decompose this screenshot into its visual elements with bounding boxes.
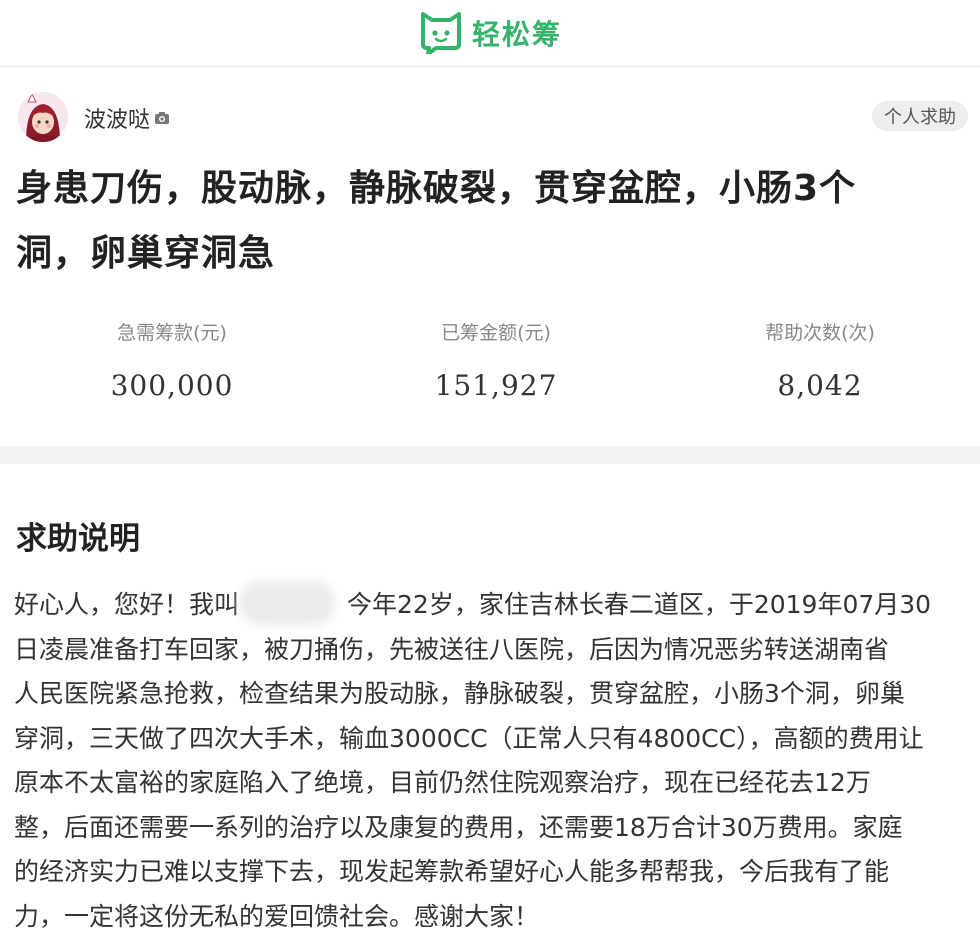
redacted-name bbox=[245, 587, 329, 619]
description-line: 人民医院紧急抢救，检查结果为股动脉，静脉破裂，贯穿盆腔，小肠3个洞，卵巢 bbox=[14, 672, 978, 717]
title-line: 洞，卵巢穿洞急 bbox=[16, 221, 976, 286]
stat-label: 急需筹款(元) bbox=[52, 318, 292, 345]
stat-value: 300,000 bbox=[52, 369, 292, 402]
logo-text: 轻松筹 bbox=[472, 13, 562, 53]
description-line: 的经济实力已难以支撑下去，现发起筹款希望好心人能多帮帮我，今后我有了能 bbox=[14, 850, 978, 895]
description-line: 原本不太富裕的家庭陷入了绝境，目前仍然住院观察治疗，现在已经花去12万 bbox=[14, 761, 978, 806]
description-line: 日凌晨准备打车回家，被刀捅伤，先被送往八医院，后因为情况恶劣转送湖南省 bbox=[14, 628, 978, 673]
top-bar: 轻松筹 bbox=[0, 0, 980, 67]
user-avatar[interactable] bbox=[18, 92, 68, 142]
username-text: 波波哒 bbox=[84, 102, 150, 134]
stat-target: 急需筹款(元) 300,000 bbox=[52, 318, 292, 402]
description-line: 力，一定将这份无私的爱回馈社会。感谢大家！ bbox=[14, 895, 978, 939]
app-logo[interactable]: 轻松筹 bbox=[418, 12, 562, 54]
stat-supporters: 帮助次数(次) 8,042 bbox=[700, 318, 940, 402]
username[interactable]: 波波哒 bbox=[84, 102, 170, 134]
description-line: 穿洞，三天做了四次大手术，输血3000CC（正常人只有4800CC），高额的费用… bbox=[14, 717, 978, 762]
title-line: 身患刀伤，股动脉，静脉破裂，贯穿盆腔，小肠3个 bbox=[16, 156, 976, 221]
description-text: 今年22岁，家住吉林长春二道区，于2019年07月30 bbox=[347, 590, 931, 619]
section-divider bbox=[0, 446, 980, 464]
description-line: 整，后面还需要一系列的治疗以及康复的费用，还需要18万合计30万费用。家庭 bbox=[14, 806, 978, 851]
stat-label: 帮助次数(次) bbox=[700, 318, 940, 345]
description-line: 好心人，您好！我叫 今年22岁，家住吉林长春二道区，于2019年07月30 bbox=[14, 583, 978, 628]
stat-value: 8,042 bbox=[700, 369, 940, 402]
stat-label: 已筹金额(元) bbox=[376, 318, 616, 345]
camera-icon bbox=[154, 111, 170, 125]
cat-face-icon bbox=[418, 12, 464, 54]
campaign-title: 身患刀伤，股动脉，静脉破裂，贯穿盆腔，小肠3个 洞，卵巢穿洞急 bbox=[16, 156, 976, 286]
campaign-type-badge: 个人求助 bbox=[872, 101, 968, 131]
description-text: 好心人，您好！我叫 bbox=[14, 590, 239, 619]
campaign-stats: 急需筹款(元) 300,000 已筹金额(元) 151,927 帮助次数(次) … bbox=[0, 318, 980, 418]
description-body: 好心人，您好！我叫 今年22岁，家住吉林长春二道区，于2019年07月30 日凌晨… bbox=[14, 583, 978, 939]
stat-raised: 已筹金额(元) 151,927 bbox=[376, 318, 616, 402]
stat-value: 151,927 bbox=[376, 369, 616, 402]
avatar-image bbox=[18, 92, 68, 142]
description-heading: 求助说明 bbox=[16, 513, 140, 558]
